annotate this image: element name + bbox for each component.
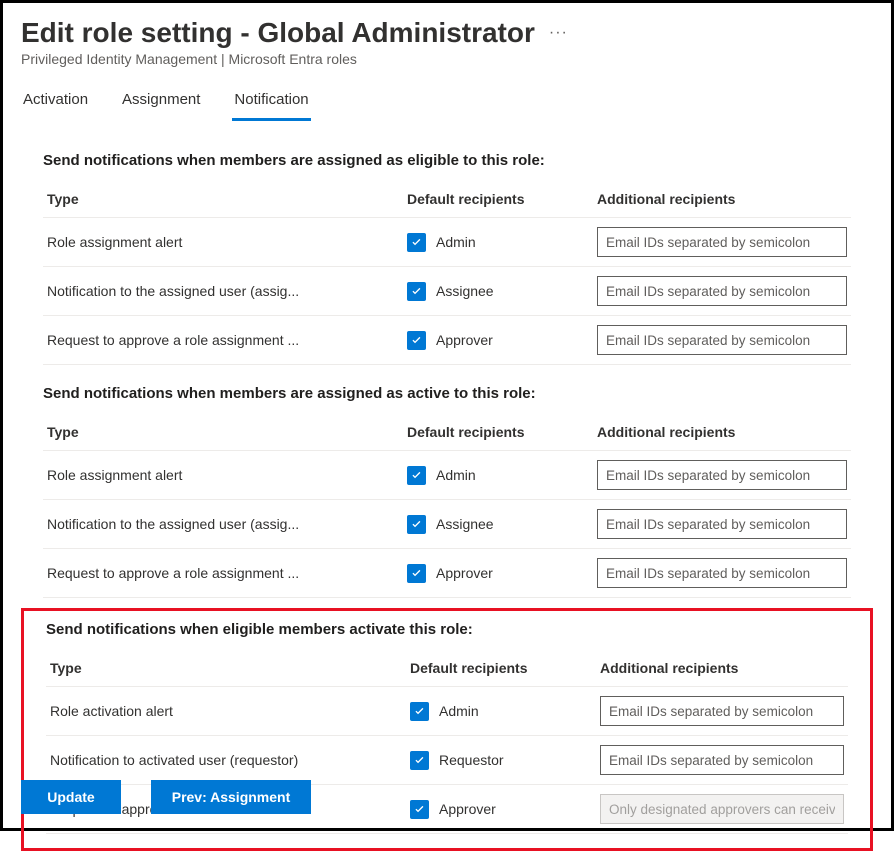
additional-recipients-input[interactable]	[597, 276, 847, 306]
recipient-checkbox[interactable]	[410, 800, 429, 819]
recipient-checkbox[interactable]	[407, 466, 426, 485]
recipient-label: Admin	[436, 467, 476, 483]
additional-recipients-input[interactable]	[597, 325, 847, 355]
default-recipient-cell: Approver	[406, 785, 596, 834]
table-row: Notification to activated user (requesto…	[46, 736, 848, 785]
table-row: Notification to the assigned user (assig…	[43, 267, 851, 316]
tabs: Activation Assignment Notification	[21, 83, 873, 122]
additional-recipients-input	[600, 794, 844, 824]
col-header-additional: Additional recipients	[593, 414, 851, 451]
additional-recipients-cell	[593, 218, 851, 267]
default-recipient-cell: Assignee	[403, 500, 593, 549]
additional-recipients-cell	[596, 687, 848, 736]
default-recipient-cell: Admin	[403, 451, 593, 500]
default-recipient-cell: Approver	[403, 549, 593, 598]
recipient-label: Admin	[439, 703, 479, 719]
footer-actions: Update Prev: Assignment	[21, 780, 311, 814]
col-header-additional: Additional recipients	[593, 181, 851, 218]
col-header-default: Default recipients	[403, 414, 593, 451]
section-title: Send notifications when members are assi…	[43, 152, 851, 169]
additional-recipients-input[interactable]	[597, 227, 847, 257]
additional-recipients-cell	[596, 736, 848, 785]
col-header-default: Default recipients	[403, 181, 593, 218]
default-recipient-cell: Admin	[403, 218, 593, 267]
more-icon[interactable]: ···	[549, 24, 568, 42]
col-header-additional: Additional recipients	[596, 650, 848, 687]
type-cell: Request to approve a role assignment ...	[43, 549, 403, 598]
notification-table: TypeDefault recipientsAdditional recipie…	[43, 414, 851, 598]
additional-recipients-input[interactable]	[597, 460, 847, 490]
table-row: Role assignment alert Admin	[43, 451, 851, 500]
tab-activation[interactable]: Activation	[21, 83, 90, 121]
table-row: Notification to the assigned user (assig…	[43, 500, 851, 549]
type-cell: Role assignment alert	[43, 218, 403, 267]
col-header-type: Type	[43, 414, 403, 451]
default-recipient-cell: Admin	[406, 687, 596, 736]
page-title: Edit role setting - Global Administrator	[21, 17, 535, 49]
recipient-checkbox[interactable]	[407, 233, 426, 252]
notification-section: Send notifications when members are assi…	[21, 142, 873, 375]
recipient-label: Approver	[436, 332, 493, 348]
section-title: Send notifications when eligible members…	[46, 621, 848, 638]
type-cell: Role activation alert	[46, 687, 406, 736]
additional-recipients-input[interactable]	[600, 696, 844, 726]
additional-recipients-input[interactable]	[597, 558, 847, 588]
type-cell: Request to approve a role assignment ...	[43, 316, 403, 365]
recipient-label: Approver	[436, 565, 493, 581]
type-cell: Role assignment alert	[43, 451, 403, 500]
recipient-label: Admin	[436, 234, 476, 250]
recipient-checkbox[interactable]	[410, 702, 429, 721]
additional-recipients-cell	[593, 549, 851, 598]
type-cell: Notification to the assigned user (assig…	[43, 267, 403, 316]
table-row: Role assignment alert Admin	[43, 218, 851, 267]
page-subtitle: Privileged Identity Management | Microso…	[21, 51, 873, 67]
additional-recipients-cell	[593, 500, 851, 549]
recipient-label: Requestor	[439, 752, 504, 768]
recipient-checkbox[interactable]	[410, 751, 429, 770]
additional-recipients-cell	[593, 316, 851, 365]
recipient-label: Assignee	[436, 516, 494, 532]
additional-recipients-cell	[593, 267, 851, 316]
additional-recipients-cell	[596, 785, 848, 834]
type-cell: Notification to activated user (requesto…	[46, 736, 406, 785]
recipient-label: Assignee	[436, 283, 494, 299]
recipient-checkbox[interactable]	[407, 331, 426, 350]
recipient-checkbox[interactable]	[407, 282, 426, 301]
table-row: Request to approve a role assignment ...…	[43, 549, 851, 598]
recipient-label: Approver	[439, 801, 496, 817]
default-recipient-cell: Requestor	[406, 736, 596, 785]
col-header-type: Type	[46, 650, 406, 687]
additional-recipients-cell	[593, 451, 851, 500]
update-button[interactable]: Update	[21, 780, 121, 814]
col-header-type: Type	[43, 181, 403, 218]
prev-assignment-button[interactable]: Prev: Assignment	[151, 780, 311, 814]
additional-recipients-input[interactable]	[597, 509, 847, 539]
default-recipient-cell: Approver	[403, 316, 593, 365]
tab-assignment[interactable]: Assignment	[120, 83, 202, 121]
recipient-checkbox[interactable]	[407, 564, 426, 583]
type-cell: Notification to the assigned user (assig…	[43, 500, 403, 549]
notification-section: Send notifications when members are assi…	[21, 375, 873, 608]
notification-section: Send notifications when eligible members…	[21, 608, 873, 851]
recipient-checkbox[interactable]	[407, 515, 426, 534]
notification-table: TypeDefault recipientsAdditional recipie…	[43, 181, 851, 365]
table-row: Role activation alert Admin	[46, 687, 848, 736]
section-title: Send notifications when members are assi…	[43, 385, 851, 402]
tab-notification[interactable]: Notification	[232, 83, 310, 121]
additional-recipients-input[interactable]	[600, 745, 844, 775]
table-row: Request to approve a role assignment ...…	[43, 316, 851, 365]
col-header-default: Default recipients	[406, 650, 596, 687]
default-recipient-cell: Assignee	[403, 267, 593, 316]
